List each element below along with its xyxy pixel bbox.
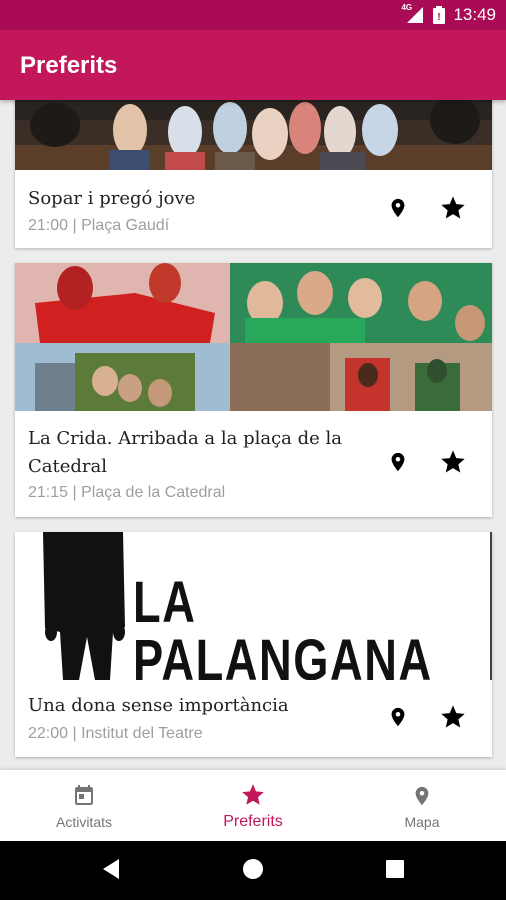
- event-time-place: 22:00 | Institut del Teatre: [28, 725, 203, 742]
- tab-label: Mapa: [404, 814, 440, 830]
- star-icon: [439, 194, 467, 227]
- system-nav-bar: [0, 841, 506, 900]
- page-title: Preferits: [20, 52, 118, 79]
- tab-mapa[interactable]: Mapa: [338, 770, 506, 841]
- battery-icon: !: [433, 6, 446, 24]
- event-image: [15, 100, 492, 170]
- event-time-place: 21:00 | Plaça Gaudí: [28, 217, 170, 234]
- event-image: LA PALANGANA: [15, 532, 492, 680]
- favorite-star-button[interactable]: [436, 193, 470, 227]
- event-title: Sopar i pregó jove: [28, 188, 196, 209]
- back-button[interactable]: [95, 855, 127, 887]
- status-time: 13:49: [453, 5, 496, 24]
- favorite-star-button[interactable]: [436, 447, 470, 481]
- location-button[interactable]: [381, 193, 415, 227]
- status-bar: 4G ! 13:49: [0, 0, 506, 30]
- location-button[interactable]: [381, 702, 415, 736]
- location-pin-icon: [411, 782, 433, 815]
- tab-preferits[interactable]: Preferits: [169, 770, 337, 841]
- event-card[interactable]: Sopar i pregó jove 21:00 | Plaça Gaudí: [15, 100, 492, 248]
- recents-icon: [386, 859, 404, 883]
- event-card[interactable]: LA PALANGANA Una dona sense importància …: [15, 532, 492, 757]
- event-title: La Crida. Arribada a la plaça de la Cate…: [28, 428, 343, 477]
- location-pin-icon: [387, 703, 409, 736]
- location-pin-icon: [387, 448, 409, 481]
- event-card[interactable]: La Crida. Arribada a la plaça de la Cate…: [15, 263, 492, 517]
- poster-text: LA PALANGANA: [133, 570, 433, 681]
- favorite-star-button[interactable]: [436, 702, 470, 736]
- app-bar: Preferits: [0, 30, 506, 100]
- tab-label: Activitats: [55, 814, 112, 830]
- network-type: 4G: [401, 3, 413, 12]
- location-pin-icon: [387, 194, 409, 227]
- calendar-icon: [72, 782, 96, 813]
- home-button[interactable]: [237, 855, 269, 887]
- star-icon: [439, 448, 467, 481]
- status-icons: 4G ! 13:49: [401, 3, 496, 25]
- tab-label: Preferits: [223, 813, 283, 830]
- star-icon: [240, 782, 266, 813]
- location-button[interactable]: [381, 447, 415, 481]
- signal-icon: 4G: [401, 3, 425, 24]
- bottom-navigation: Activitats Preferits Mapa: [0, 770, 506, 841]
- back-icon: [101, 858, 121, 885]
- event-title: Una dona sense importància: [28, 695, 289, 716]
- home-icon: [242, 858, 264, 885]
- tab-activitats[interactable]: Activitats: [0, 770, 168, 841]
- event-time-place: 21:15 | Plaça de la Catedral: [28, 484, 226, 501]
- svg-text:!: !: [438, 12, 441, 23]
- recents-button[interactable]: [379, 855, 411, 887]
- event-image: [15, 263, 492, 411]
- star-icon: [439, 703, 467, 736]
- favorites-list[interactable]: Sopar i pregó jove 21:00 | Plaça Gaudí L…: [0, 100, 506, 770]
